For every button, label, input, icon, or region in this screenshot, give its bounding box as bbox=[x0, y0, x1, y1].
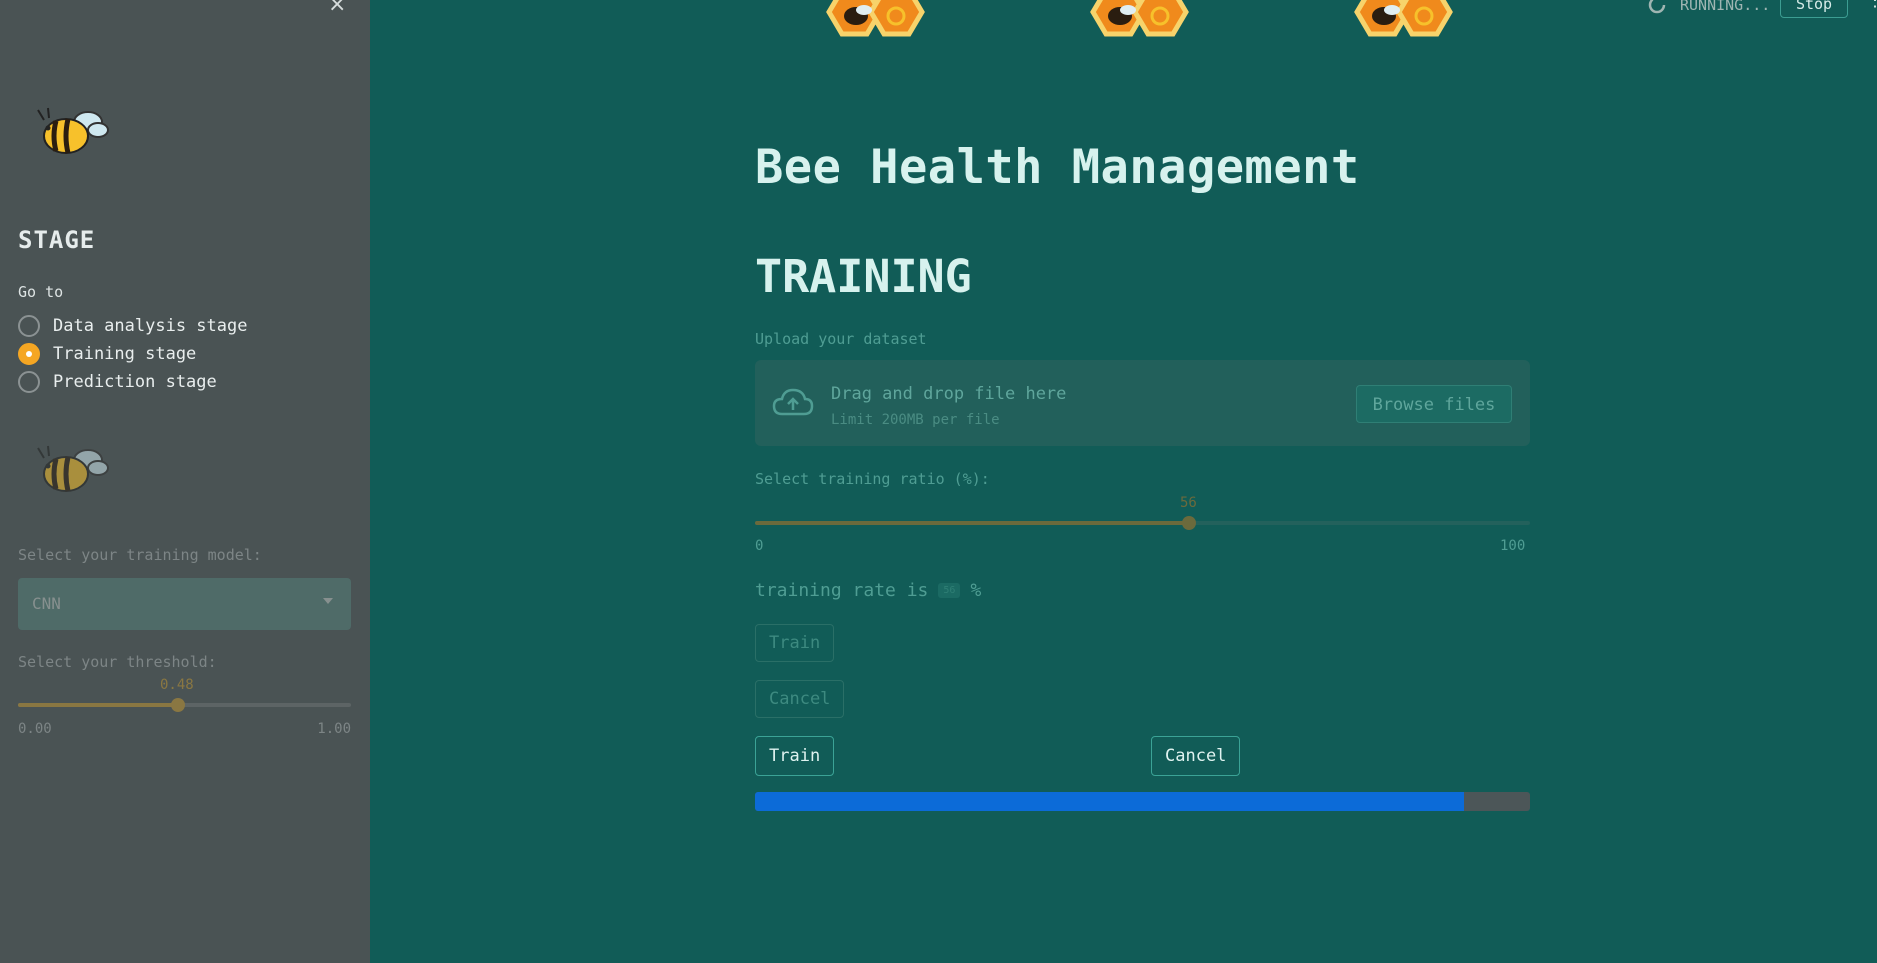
bee-logo-icon bbox=[37, 107, 109, 154]
dropzone-limit: Limit 200MB per file bbox=[831, 412, 1000, 428]
ratio-slider-fill bbox=[755, 521, 1189, 525]
stage-heading: STAGE bbox=[18, 226, 96, 254]
train-button-disabled[interactable]: Train bbox=[755, 624, 835, 662]
rate-prefix: training rate is bbox=[755, 580, 929, 601]
threshold-slider-fill bbox=[18, 703, 178, 707]
radio-label: Prediction stage bbox=[53, 372, 217, 392]
radio-data-analysis[interactable]: Data analysis stage bbox=[18, 312, 247, 340]
honeycomb-bee-icon bbox=[826, 0, 925, 37]
ratio-min: 0 bbox=[755, 538, 764, 554]
radio-training[interactable]: Training stage bbox=[18, 340, 247, 368]
cancel-button-disabled[interactable]: Cancel bbox=[755, 680, 845, 718]
honeycomb-bee-icon bbox=[1090, 0, 1189, 37]
bee-image-icon bbox=[37, 445, 109, 492]
rate-value: 56 bbox=[938, 583, 961, 598]
training-rate-text: training rate is 56 % bbox=[755, 580, 981, 601]
ratio-label: Select training ratio (%): bbox=[755, 470, 990, 488]
running-text: RUNNING... bbox=[1680, 0, 1771, 14]
honeycomb-bee-icon bbox=[1354, 0, 1453, 37]
threshold-slider-handle[interactable] bbox=[170, 698, 185, 712]
progress-bar-fill bbox=[755, 792, 1465, 811]
cancel-button[interactable]: Cancel bbox=[1151, 736, 1241, 776]
close-sidebar-icon[interactable]: × bbox=[328, 0, 346, 17]
threshold-min: 0.00 bbox=[18, 721, 52, 737]
radio-circle[interactable] bbox=[18, 315, 40, 337]
threshold-value: 0.48 bbox=[160, 677, 194, 693]
model-select[interactable]: CNN bbox=[18, 578, 351, 630]
running-activity-icon bbox=[1648, 0, 1666, 14]
train-button[interactable]: Train bbox=[755, 736, 835, 776]
running-status: RUNNING... bbox=[1646, 0, 1770, 16]
main-menu-icon[interactable]: ⋮ bbox=[1866, 0, 1877, 11]
sidebar: × STAGE Go to Data analysis stage Traini… bbox=[0, 0, 370, 963]
threshold-max: 1.00 bbox=[317, 721, 351, 737]
browse-files-button[interactable]: Browse files bbox=[1356, 385, 1512, 423]
model-select-value: CNN bbox=[32, 594, 61, 613]
goto-label: Go to bbox=[18, 283, 64, 301]
chevron-down-icon bbox=[323, 598, 333, 604]
ratio-value: 56 bbox=[1180, 495, 1197, 511]
radio-circle[interactable] bbox=[18, 371, 40, 393]
ratio-slider-handle[interactable] bbox=[1182, 516, 1196, 530]
radio-label: Training stage bbox=[53, 344, 197, 364]
file-dropzone[interactable]: Drag and drop file here Limit 200MB per … bbox=[755, 360, 1530, 446]
stop-button[interactable]: Stop bbox=[1780, 0, 1848, 18]
training-ratio-slider[interactable] bbox=[755, 516, 1530, 530]
rate-suffix: % bbox=[970, 580, 982, 601]
cloud-upload-icon bbox=[772, 388, 814, 416]
model-select-label: Select your training model: bbox=[18, 546, 262, 564]
upload-label: Upload your dataset bbox=[755, 330, 927, 348]
radio-prediction[interactable]: Prediction stage bbox=[18, 368, 247, 396]
ratio-max: 100 bbox=[1500, 538, 1526, 554]
radio-circle-selected[interactable] bbox=[18, 343, 40, 365]
threshold-slider[interactable] bbox=[18, 698, 351, 712]
training-progress-bar bbox=[755, 792, 1530, 811]
dropzone-instruction: Drag and drop file here bbox=[831, 384, 1067, 404]
stage-radio-group: Data analysis stage Training stage Predi… bbox=[18, 312, 247, 396]
page-title: Bee Health Management bbox=[755, 140, 1360, 195]
radio-label: Data analysis stage bbox=[53, 316, 248, 336]
threshold-label: Select your threshold: bbox=[18, 653, 217, 671]
section-title: TRAINING bbox=[755, 250, 972, 303]
